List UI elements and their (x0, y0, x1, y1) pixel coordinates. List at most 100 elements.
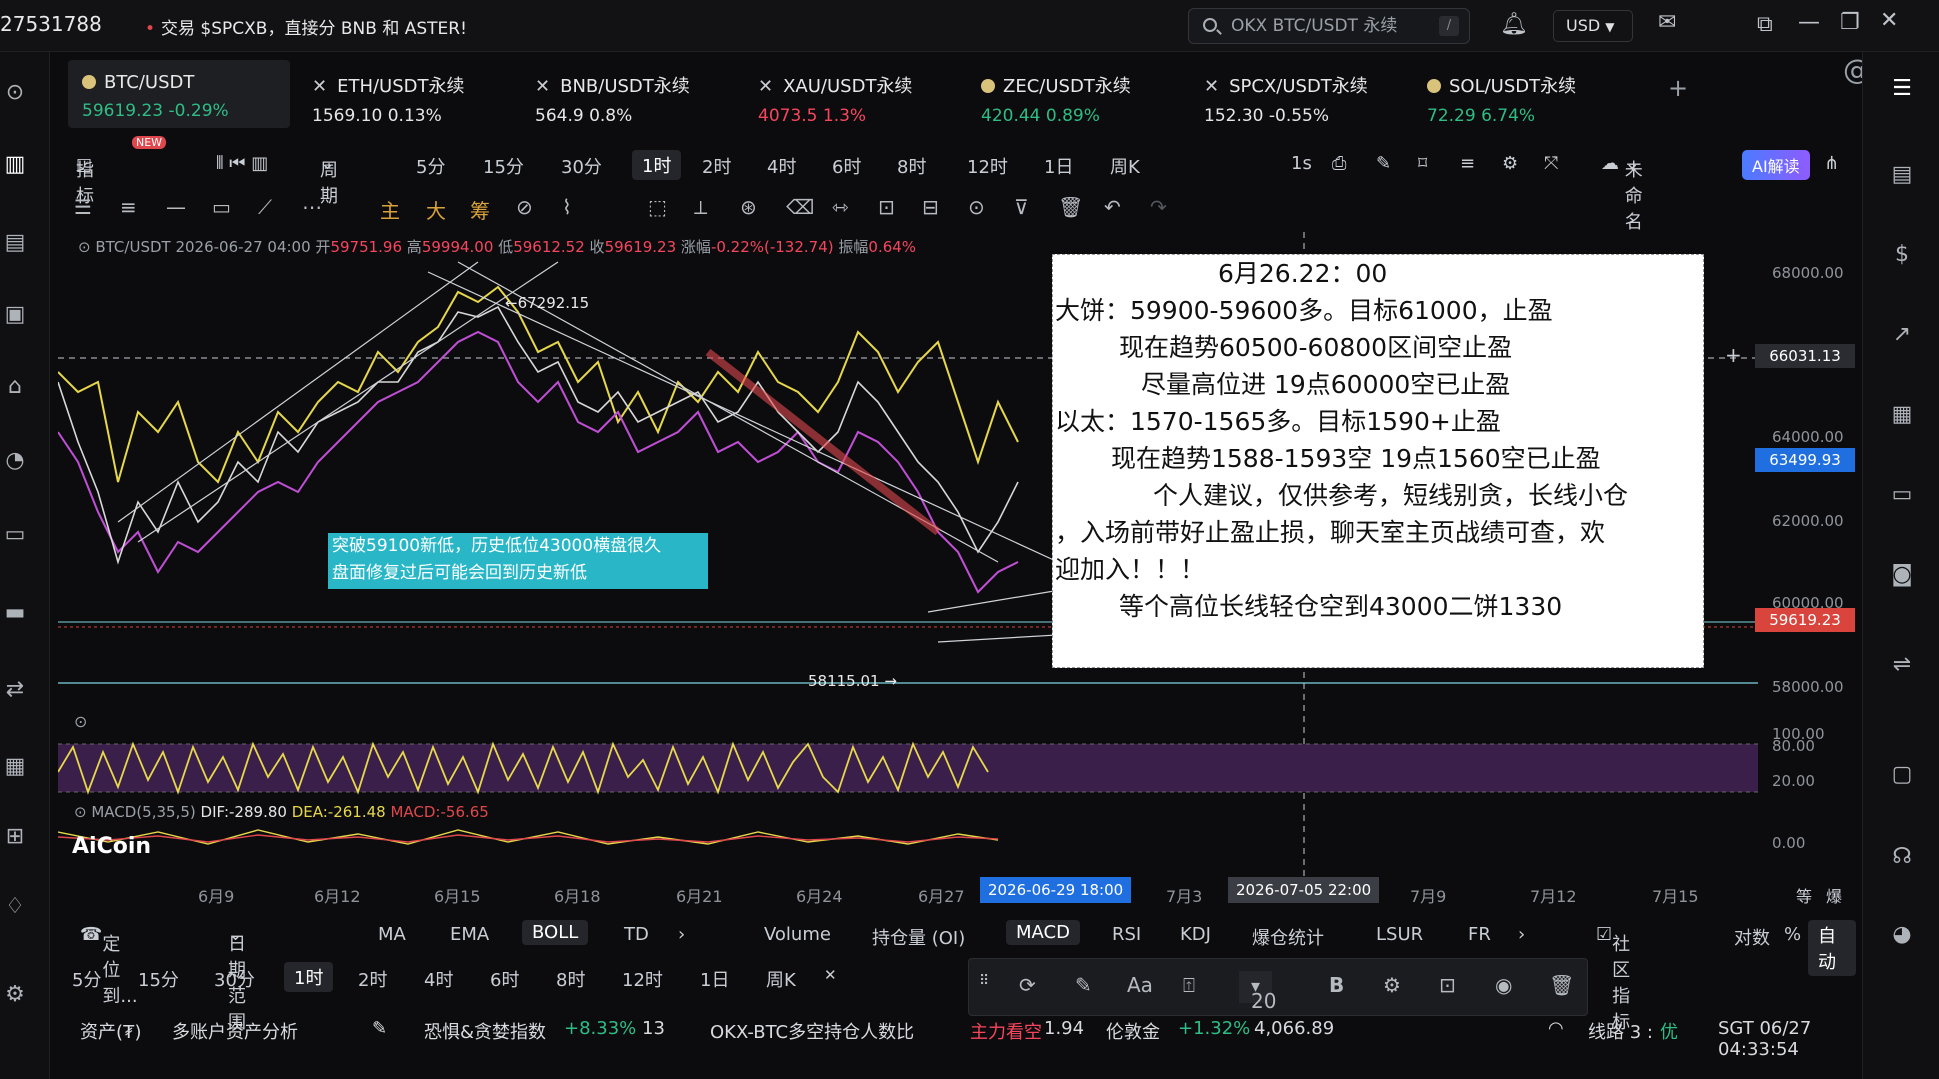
news-icon[interactable]: ▤ (0, 230, 30, 260)
ind-fr[interactable]: FR (1468, 924, 1491, 945)
camera-icon[interactable]: ⎙ (1332, 153, 1346, 174)
tf2-1w[interactable]: 周K (766, 966, 796, 992)
logo-icon[interactable]: ⊙ (0, 80, 30, 110)
tf-12h[interactable]: 12时 (967, 153, 1008, 179)
tab-eth[interactable]: ✕ ETH/USDT永续 1569.10 0.13% (298, 60, 520, 128)
unlock-icon[interactable]: ⊡ (1439, 973, 1456, 997)
eraser-icon[interactable]: ⌫ (786, 195, 814, 219)
trading-note-box[interactable]: 6月26.22：00 大饼：59900-59600多。目标61000，止盈 现在… (1052, 254, 1704, 668)
ind-boll[interactable]: BOLL (522, 920, 589, 945)
log-scale-toggle[interactable]: 对数 (1734, 924, 1770, 950)
tab-bnb[interactable]: ✕ BNB/USDT永续 564.9 0.8% (521, 60, 743, 128)
trend-icon[interactable]: ↗ (1885, 322, 1919, 352)
currency-select[interactable]: USD ▼ (1553, 10, 1633, 42)
auto-scale-toggle[interactable]: 自动 (1808, 920, 1856, 976)
edit-icon[interactable]: ✎ (1075, 973, 1092, 997)
tf2-1d[interactable]: 1日 (700, 966, 729, 992)
chevron-right-icon[interactable]: › (1518, 924, 1525, 945)
minimize-icon[interactable]: — (1798, 10, 1820, 35)
message-icon[interactable]: ▬ (0, 600, 30, 630)
wallet-icon[interactable]: ▣ (0, 302, 30, 332)
folder-icon[interactable]: ▭ (0, 522, 30, 552)
tf2-6h[interactable]: 6时 (490, 966, 519, 992)
tab-btc[interactable]: BTC/USDT 59619.23 -0.29% (68, 60, 290, 128)
eye-icon[interactable]: ◉ (1495, 973, 1512, 997)
tab-sol[interactable]: SOL/USDT永续 72.29 6.74% (1413, 60, 1635, 128)
assets-link[interactable]: 资产(₮) (80, 1018, 142, 1044)
document-icon[interactable]: ▤ (1885, 162, 1919, 192)
lines-icon[interactable]: ≡ (120, 195, 137, 219)
chevron-right-icon[interactable]: › (678, 924, 685, 945)
etf-icon[interactable]: ▭ (1885, 482, 1919, 512)
ind-lsur[interactable]: LSUR (1376, 924, 1423, 945)
ai-interpret-button[interactable]: AI解读 (1742, 150, 1810, 180)
pen-icon[interactable]: ✎ (1376, 153, 1391, 174)
tf2-5m[interactable]: 5分 (72, 966, 101, 992)
add-tab-button[interactable]: + (1668, 74, 1688, 102)
tf2-1h[interactable]: 1时 (284, 962, 334, 992)
chart-type-icons[interactable]: ⫴ ⏮ ▥ (216, 153, 268, 174)
locate-button[interactable]: ☎ 定位到... (80, 924, 138, 1007)
chart-icon[interactable]: ▥ (0, 152, 30, 182)
tf2-2h[interactable]: 2时 (358, 966, 387, 992)
robot-icon[interactable]: ⌂ (0, 374, 30, 404)
search-input[interactable]: OKX BTC/USDT 永续 / (1188, 8, 1470, 44)
ind-macd[interactable]: MACD (1006, 920, 1080, 945)
tf2-4h[interactable]: 4时 (424, 966, 453, 992)
tf-1h[interactable]: 1时 (632, 150, 682, 180)
close-tab-icon[interactable]: ✕ (1204, 76, 1219, 97)
bell-icon[interactable]: 🔔︎ (1500, 12, 1528, 37)
tf2-15m[interactable]: 15分 (138, 966, 179, 992)
trash-icon[interactable]: 🗑︎ (1058, 195, 1083, 219)
list-settings-icon[interactable]: ≡ (1460, 153, 1475, 174)
tf2-12h[interactable]: 12时 (622, 966, 663, 992)
pie-icon[interactable]: ◔ (0, 448, 30, 478)
tf-15m[interactable]: 15分 (483, 153, 524, 179)
filter-icon[interactable]: ⊽ (1014, 195, 1029, 219)
community-indicator-button[interactable]: ☑ 社区指标 (1596, 924, 1630, 1033)
dollar-icon[interactable]: $ (1885, 242, 1919, 272)
fullscreen-icon[interactable]: ⤧ (1544, 153, 1558, 174)
tf-5m[interactable]: 5分 (416, 153, 445, 179)
magnet-icon[interactable]: ⊛ (740, 195, 757, 219)
trash-icon[interactable]: 🗑︎ (1549, 973, 1574, 997)
layout-name-select[interactable]: ☁ 未命名 ⌄ (1601, 153, 1643, 233)
trendline-icon[interactable]: ⟋ (258, 195, 272, 219)
sync-icon[interactable]: ⟳ (1019, 973, 1036, 997)
close-icon[interactable]: ✕ (824, 966, 837, 984)
more-icon[interactable]: ⊞ (0, 824, 30, 854)
font-size-select[interactable]: 20 ▾ (1239, 971, 1276, 1013)
settings-icon[interactable]: ⚙ (0, 982, 30, 1012)
interval-select[interactable]: 1s (1291, 153, 1312, 174)
close-tab-icon[interactable]: ✕ (758, 76, 773, 97)
multi-account-link[interactable]: 多账户资产分析 (172, 1018, 298, 1044)
ind-kdj[interactable]: KDJ (1180, 924, 1211, 945)
ind-liquidation[interactable]: 爆仓统计 (1252, 924, 1324, 950)
fill-icon[interactable]: ⍐ (1183, 973, 1195, 997)
maximize-icon[interactable]: ❐ (1840, 10, 1860, 35)
measure-icon[interactable]: ⇿ (832, 195, 849, 219)
rect-icon[interactable]: ▭ (212, 195, 231, 219)
main-chart-toggle[interactable]: 主 (380, 195, 400, 224)
ind-td[interactable]: TD (624, 924, 649, 945)
tf-8h[interactable]: 8时 (897, 153, 926, 179)
tab-spcx[interactable]: ✕ SPCX/USDT永续 152.30 -0.55% (1190, 60, 1412, 128)
ind-rsi[interactable]: RSI (1112, 924, 1141, 945)
assistant-icon[interactable]: ◕ (1885, 922, 1919, 952)
tf-6h[interactable]: 6时 (832, 153, 861, 179)
list-icon[interactable]: ☰ (1885, 76, 1919, 106)
tag-icon[interactable]: ⌑ (1418, 153, 1427, 174)
headset-icon[interactable]: ☊ (1885, 844, 1919, 874)
mail-icon[interactable]: ✉︎ (1658, 10, 1676, 35)
link-icon[interactable]: ⊙ (968, 195, 985, 219)
ind-oi[interactable]: 持仓量 (OI) (872, 924, 965, 950)
percent-scale-toggle[interactable]: % (1784, 924, 1801, 945)
collapse-icon[interactable]: ⊙ (74, 803, 87, 821)
add-alert-icon[interactable]: + (1725, 343, 1742, 367)
swap-icon[interactable]: ⇌ (1885, 652, 1919, 682)
drag-handle-icon[interactable]: ⠿ (979, 973, 989, 989)
tf-1w[interactable]: 周K (1110, 153, 1140, 179)
settings-icon[interactable]: ⚙ (1383, 973, 1401, 997)
close-tab-icon[interactable]: ✕ (535, 76, 550, 97)
ind-ema[interactable]: EMA (450, 924, 489, 945)
